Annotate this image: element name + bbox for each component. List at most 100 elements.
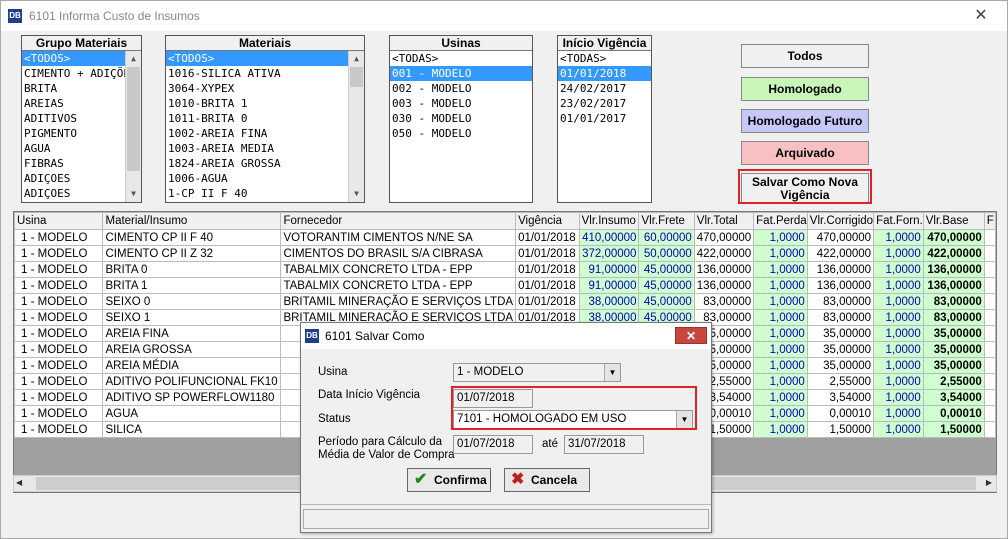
column-header[interactable]: Fornecedor: [281, 213, 516, 230]
scroll-up-icon[interactable]: ▲: [126, 51, 141, 67]
list-item[interactable]: 002 - MODELO: [390, 81, 532, 96]
column-header[interactable]: Fat.Forn.: [874, 213, 924, 230]
list-item[interactable]: <TODOS>: [22, 51, 125, 66]
list-item[interactable]: <TODAS>: [390, 51, 532, 66]
table-cell: 470,00000: [694, 230, 753, 246]
materiais-list[interactable]: Materiais <TODOS>1016-SILICA ATIVA3064-X…: [165, 35, 365, 203]
grupo-materiais-list[interactable]: Grupo Materiais <TODOS>CIMENTO + ADIÇÕES…: [21, 35, 142, 203]
column-header[interactable]: Material/Insumo: [103, 213, 281, 230]
vigencia-list[interactable]: Início Vigência <TODAS>01/01/201824/02/2…: [557, 35, 652, 203]
table-cell: 1 - MODELO: [15, 278, 103, 294]
table-cell: 35,00000: [923, 358, 984, 374]
ate-label: até: [542, 438, 558, 450]
periodo-fim-field[interactable]: 31/07/2018: [564, 435, 644, 454]
confirma-button[interactable]: ✔ Confirma: [407, 468, 491, 492]
list-item[interactable]: 1003-AREIA MEDIA: [166, 141, 348, 156]
dialog-status-strip: [301, 504, 711, 532]
table-row[interactable]: 1 - MODELOSEIXO 0BRITAMIL MINERAÇÃO E SE…: [15, 294, 996, 310]
scroll-thumb[interactable]: [127, 67, 140, 171]
todos-button[interactable]: Todos: [741, 44, 869, 68]
table-cell: 422,00000: [923, 246, 984, 262]
table-cell: 1,50000: [807, 422, 873, 438]
list-item[interactable]: 01/01/2017: [558, 111, 651, 126]
list-item[interactable]: 050 - MODELO: [390, 126, 532, 141]
column-header[interactable]: Vlr.Total: [694, 213, 753, 230]
column-header[interactable]: Vlr.Base: [923, 213, 984, 230]
table-cell: BRITA 1: [103, 278, 281, 294]
usina-select[interactable]: 1 - MODELO ▼: [453, 363, 621, 382]
table-cell: 45,00000: [639, 278, 694, 294]
usinas-list[interactable]: Usinas <TODAS>001 - MODELO002 - MODELO00…: [389, 35, 533, 203]
column-header[interactable]: Fat.Perda: [754, 213, 808, 230]
list-item[interactable]: 24/02/2017: [558, 81, 651, 96]
list-item[interactable]: CIMENTO + ADIÇÕES: [22, 66, 125, 81]
list-item[interactable]: <TODOS>: [166, 51, 348, 66]
table-cell: 1,0000: [874, 406, 924, 422]
grupo-materiais-scrollbar[interactable]: ▲ ▼: [125, 51, 141, 202]
scroll-down-icon[interactable]: ▼: [126, 186, 141, 202]
materiais-scrollbar[interactable]: ▲ ▼: [348, 51, 364, 202]
dialog-close-button[interactable]: ✕: [675, 327, 707, 344]
column-header[interactable]: Vlr.Corrigido: [807, 213, 873, 230]
list-item[interactable]: 1016-SILICA ATIVA: [166, 66, 348, 81]
list-item[interactable]: 003 - MODELO: [390, 96, 532, 111]
list-item[interactable]: 1011-BRITA 0: [166, 111, 348, 126]
data-inicio-label: Data Início Vigência: [318, 389, 420, 401]
scroll-thumb[interactable]: [350, 67, 363, 87]
column-header[interactable]: Usina: [15, 213, 103, 230]
table-cell: AGUA: [103, 406, 281, 422]
list-item[interactable]: BRITA: [22, 81, 125, 96]
scroll-right-icon[interactable]: ▶: [986, 478, 992, 487]
list-item[interactable]: FIBRAS: [22, 156, 125, 171]
table-cell: [984, 310, 995, 326]
list-item[interactable]: 030 - MODELO: [390, 111, 532, 126]
cancela-button[interactable]: ✖ Cancela: [504, 468, 590, 492]
list-item[interactable]: PIGMENTO: [22, 126, 125, 141]
table-row[interactable]: 1 - MODELOBRITA 0TABALMIX CONCRETO LTDA …: [15, 262, 996, 278]
arquivado-button[interactable]: Arquivado: [741, 141, 869, 165]
table-cell: 1 - MODELO: [15, 326, 103, 342]
close-window-button[interactable]: ✕: [966, 5, 996, 27]
table-cell: 1 - MODELO: [15, 374, 103, 390]
homologado-futuro-button[interactable]: Homologado Futuro: [741, 109, 869, 133]
scroll-left-icon[interactable]: ◀: [16, 478, 22, 487]
table-row[interactable]: 1 - MODELOBRITA 1TABALMIX CONCRETO LTDA …: [15, 278, 996, 294]
dialog-title-bar: DB 6101 Salvar Como ✕: [301, 323, 711, 349]
table-cell: 136,00000: [923, 278, 984, 294]
table-cell: 1,0000: [874, 310, 924, 326]
table-cell: 1,0000: [874, 390, 924, 406]
column-header[interactable]: Vlr.Frete: [639, 213, 694, 230]
table-cell: 1,0000: [874, 422, 924, 438]
list-item[interactable]: AREIAS: [22, 96, 125, 111]
scroll-down-icon[interactable]: ▼: [349, 186, 364, 202]
table-row[interactable]: 1 - MODELOCIMENTO CP II Z 32CIMENTOS DO …: [15, 246, 996, 262]
list-item[interactable]: ADIÇOES: [22, 171, 125, 186]
table-cell: 470,00000: [923, 230, 984, 246]
list-item[interactable]: AGUA: [22, 141, 125, 156]
list-item[interactable]: <TODAS>: [558, 51, 651, 66]
list-item[interactable]: 1010-BRITA 1: [166, 96, 348, 111]
scroll-up-icon[interactable]: ▲: [349, 51, 364, 67]
list-item[interactable]: 01/01/2018: [558, 66, 651, 81]
list-item[interactable]: 23/02/2017: [558, 96, 651, 111]
column-header[interactable]: Vigência: [516, 213, 580, 230]
table-cell: 83,00000: [923, 310, 984, 326]
table-cell: 2,55000: [923, 374, 984, 390]
list-item[interactable]: 1002-AREIA FINA: [166, 126, 348, 141]
chevron-down-icon[interactable]: ▼: [604, 364, 620, 381]
periodo-inicio-field[interactable]: 01/07/2018: [453, 435, 533, 454]
list-item[interactable]: 1006-AGUA: [166, 171, 348, 186]
homologado-button[interactable]: Homologado: [741, 77, 869, 101]
list-item[interactable]: ADIÇOES: [22, 186, 125, 201]
list-item[interactable]: 1824-AREIA GROSSA: [166, 156, 348, 171]
list-item[interactable]: 3064-XYPEX: [166, 81, 348, 96]
table-cell: 1,0000: [754, 294, 808, 310]
list-item[interactable]: 001 - MODELO: [390, 66, 532, 81]
list-item[interactable]: 1-CP II F 40: [166, 186, 348, 201]
list-item[interactable]: ADITIVOS: [22, 111, 125, 126]
table-row[interactable]: 1 - MODELOCIMENTO CP II F 40VOTORANTIM C…: [15, 230, 996, 246]
table-cell: [984, 326, 995, 342]
column-header[interactable]: F: [984, 213, 995, 230]
column-header[interactable]: Vlr.Insumo: [579, 213, 639, 230]
table-cell: 1,0000: [754, 390, 808, 406]
